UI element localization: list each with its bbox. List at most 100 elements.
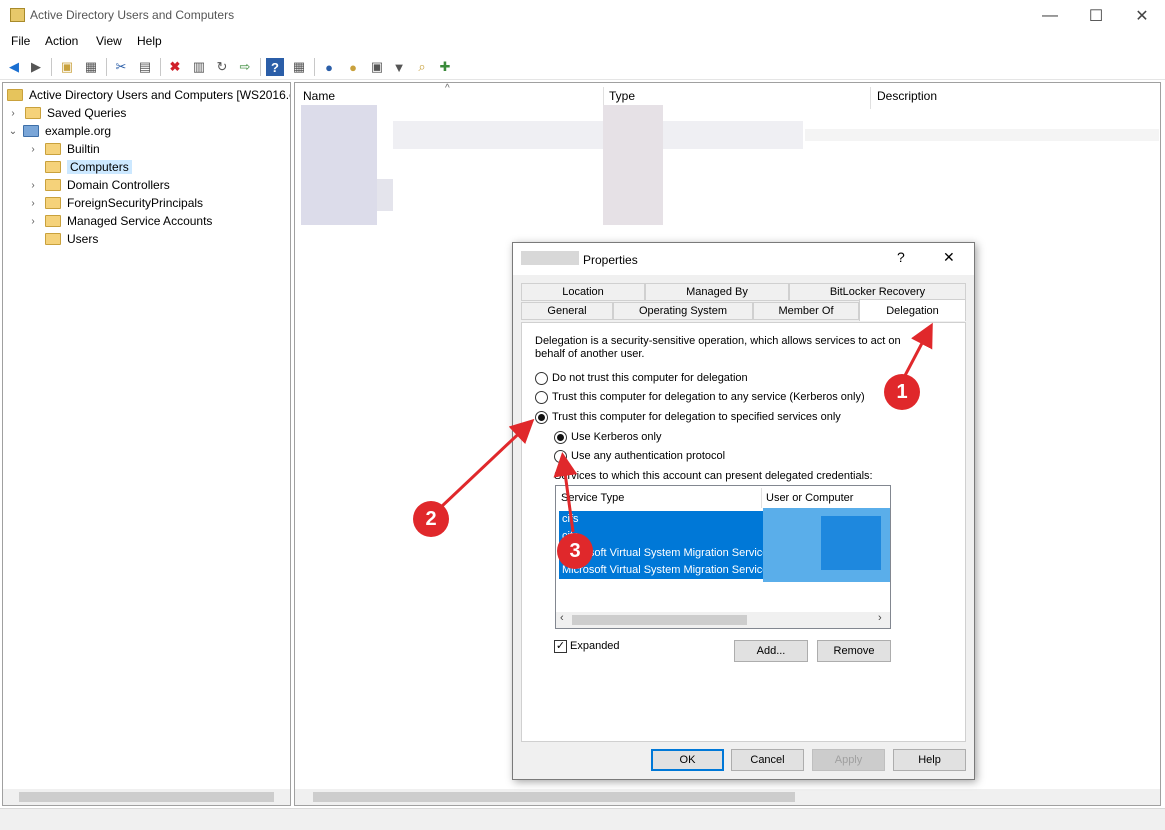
title-bar: Active Directory Users and Computers — ☐… bbox=[0, 0, 1165, 32]
tree-item-label: Domain Controllers bbox=[67, 178, 170, 192]
scroll-right-icon[interactable]: › bbox=[878, 612, 882, 624]
help-icon[interactable]: ? bbox=[266, 58, 284, 76]
delegation-intro: Delegation is a security-sensitive opera… bbox=[535, 335, 901, 347]
column-header-name[interactable]: Name bbox=[303, 89, 335, 103]
tree-item-saved-queries[interactable]: › Saved Queries bbox=[7, 104, 126, 122]
apply-button[interactable]: Apply bbox=[812, 749, 885, 771]
scroll-left-icon[interactable]: ‹ bbox=[560, 612, 564, 624]
chevron-right-icon[interactable]: › bbox=[7, 108, 19, 119]
add-button[interactable]: Add... bbox=[734, 640, 808, 662]
tree-item-label: Saved Queries bbox=[47, 106, 127, 120]
expanded-checkbox[interactable]: ✓ bbox=[554, 640, 567, 653]
tree-item-foreign-security-principals[interactable]: › ForeignSecurityPrincipals bbox=[27, 194, 203, 212]
refresh-icon[interactable]: ↻ bbox=[213, 58, 231, 76]
tree-item-example-org[interactable]: ⌄ example.org bbox=[7, 122, 111, 140]
annotation-marker-1: 1 bbox=[884, 374, 920, 410]
tree-item-computers[interactable]: Computers bbox=[27, 158, 132, 176]
minimize-button[interactable]: — bbox=[1027, 0, 1073, 32]
up-folder-icon[interactable]: ▣ bbox=[58, 58, 76, 76]
services-list[interactable]: Service Type User or Computer cifs cifs … bbox=[555, 485, 891, 629]
column-divider[interactable] bbox=[870, 87, 871, 109]
folder-icon bbox=[45, 197, 61, 209]
tree-item-domain-controllers[interactable]: › Domain Controllers bbox=[27, 176, 170, 194]
tree-item-users[interactable]: Users bbox=[27, 230, 98, 248]
service-row[interactable]: cifs bbox=[559, 511, 765, 528]
toolbar: ◀ ▶ ▣ ▦ ✂ ▤ ✖ ▥ ↻ ⇨ ? ▦ ● ● ▣ ▼ ⌕ ✚ bbox=[0, 54, 1165, 80]
folder-icon bbox=[25, 107, 41, 119]
export-icon[interactable]: ⇨ bbox=[236, 58, 254, 76]
any-auth-protocol-label: Use any authentication protocol bbox=[571, 450, 726, 462]
toolbar-separator bbox=[160, 58, 161, 76]
add-to-group-icon[interactable]: ✚ bbox=[436, 58, 454, 76]
chevron-down-icon[interactable]: ⌄ bbox=[7, 126, 19, 137]
list-horizontal-scrollbar[interactable] bbox=[295, 789, 1160, 805]
ok-button[interactable]: OK bbox=[651, 749, 724, 771]
dialog-title: Properties bbox=[583, 253, 638, 267]
folder-icon bbox=[45, 233, 61, 245]
tab-member-of[interactable]: Member Of bbox=[753, 302, 859, 320]
radio-any-auth-protocol[interactable] bbox=[554, 450, 567, 463]
tree-horizontal-scrollbar[interactable] bbox=[3, 789, 290, 805]
filter-icon[interactable]: ▼ bbox=[390, 58, 408, 76]
row-highlight bbox=[805, 129, 1159, 141]
find-icon[interactable]: ⌕ bbox=[413, 58, 431, 76]
radio-kerberos-only[interactable] bbox=[554, 431, 567, 444]
cancel-button[interactable]: Cancel bbox=[731, 749, 804, 771]
help-button[interactable]: Help bbox=[893, 749, 966, 771]
tree-item-builtin[interactable]: › Builtin bbox=[27, 140, 99, 158]
remove-button[interactable]: Remove bbox=[817, 640, 891, 662]
radio-specified-services[interactable] bbox=[535, 411, 548, 424]
menu-view[interactable]: View bbox=[96, 34, 122, 48]
dialog-close-button[interactable]: ✕ bbox=[943, 249, 955, 266]
tab-delegation[interactable]: Delegation bbox=[859, 299, 966, 321]
tab-managed-by[interactable]: Managed By bbox=[645, 283, 789, 301]
chevron-right-icon[interactable]: › bbox=[27, 216, 39, 227]
delete-icon[interactable]: ✖ bbox=[166, 58, 184, 76]
tab-location[interactable]: Location bbox=[521, 283, 645, 301]
chevron-right-icon[interactable]: › bbox=[27, 144, 39, 155]
folder-icon bbox=[45, 215, 61, 227]
radio-any-service[interactable] bbox=[535, 391, 548, 404]
scrollbar-thumb[interactable] bbox=[572, 615, 747, 625]
tab-general[interactable]: General bbox=[521, 302, 613, 320]
group-icon[interactable]: ● bbox=[344, 58, 362, 76]
menu-help[interactable]: Help bbox=[137, 34, 162, 48]
tree-item-label: ForeignSecurityPrincipals bbox=[67, 196, 204, 210]
tree-root[interactable]: Active Directory Users and Computers [WS… bbox=[7, 86, 290, 104]
close-button[interactable]: ✕ bbox=[1119, 0, 1165, 32]
service-row[interactable]: Microsoft Virtual System Migration Servi… bbox=[559, 562, 765, 579]
delegation-intro-line2: behalf of another user. bbox=[535, 348, 645, 360]
annotation-marker-2: 2 bbox=[413, 501, 449, 537]
scrollbar-thumb[interactable] bbox=[313, 792, 795, 802]
services-horizontal-scrollbar[interactable]: ‹ › bbox=[556, 612, 890, 628]
properties-dialog: Properties ? ✕ Location Managed By BitLo… bbox=[512, 242, 975, 780]
forward-arrow-icon[interactable]: ▶ bbox=[27, 58, 45, 76]
chevron-right-icon[interactable]: › bbox=[27, 180, 39, 191]
back-arrow-icon[interactable]: ◀ bbox=[5, 58, 23, 76]
radio-no-delegation[interactable] bbox=[535, 372, 548, 385]
column-header-type[interactable]: Type bbox=[609, 89, 635, 103]
properties-icon[interactable]: ▥ bbox=[190, 58, 208, 76]
show-tree-icon[interactable]: ▦ bbox=[82, 58, 100, 76]
scrollbar-thumb[interactable] bbox=[19, 792, 274, 802]
tree-item-managed-service-accounts[interactable]: › Managed Service Accounts bbox=[27, 212, 212, 230]
ou-icon[interactable]: ▣ bbox=[368, 58, 386, 76]
user-icon[interactable]: ● bbox=[320, 58, 338, 76]
toolbar-separator bbox=[314, 58, 315, 76]
menu-file[interactable]: File bbox=[11, 34, 30, 48]
column-header-service-type[interactable]: Service Type bbox=[561, 492, 624, 504]
maximize-button[interactable]: ☐ bbox=[1073, 0, 1119, 32]
column-header-description[interactable]: Description bbox=[877, 89, 937, 103]
redacted-names bbox=[301, 105, 377, 225]
redacted-computer-name bbox=[521, 251, 579, 265]
sort-up-icon: ^ bbox=[445, 83, 450, 94]
view-icon[interactable]: ▦ bbox=[290, 58, 308, 76]
paste-icon[interactable]: ▤ bbox=[136, 58, 154, 76]
dialog-help-button[interactable]: ? bbox=[897, 249, 905, 265]
chevron-right-icon[interactable]: › bbox=[27, 198, 39, 209]
menu-action[interactable]: Action bbox=[45, 34, 78, 48]
cut-icon[interactable]: ✂ bbox=[112, 58, 130, 76]
redacted-row-highlight bbox=[393, 121, 803, 149]
tab-operating-system[interactable]: Operating System bbox=[613, 302, 753, 320]
toolbar-separator bbox=[260, 58, 261, 76]
